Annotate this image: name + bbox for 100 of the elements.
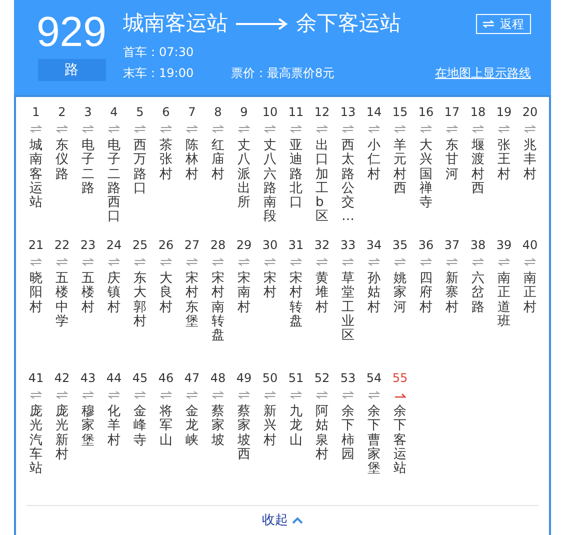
stop-number: 54 bbox=[366, 371, 382, 385]
stop-name[interactable]: 出口加工b区 bbox=[316, 139, 328, 225]
stop-name[interactable]: 小仁村 bbox=[368, 139, 380, 182]
two-way-arrow-icon bbox=[446, 125, 458, 133]
stop-name[interactable]: 孙姑村 bbox=[368, 272, 380, 315]
stop-number: 45 bbox=[132, 371, 148, 385]
stop-name[interactable]: 蔡家坡西 bbox=[238, 405, 250, 462]
stop-number: 27 bbox=[184, 238, 200, 252]
stop-name[interactable]: 草堂工业区 bbox=[342, 272, 354, 344]
stop-name[interactable]: 亚迪路北口 bbox=[290, 139, 302, 210]
stop-name[interactable]: 宋村转盘 bbox=[290, 272, 302, 330]
stop-name[interactable]: 堰渡村西 bbox=[472, 139, 484, 196]
stop-name[interactable]: 东仪路 bbox=[56, 139, 68, 182]
stop-name[interactable]: 宋村南转盘 bbox=[212, 272, 224, 344]
stop-name[interactable]: 庞光新村 bbox=[56, 405, 68, 462]
stop-name[interactable]: 余下柿园 bbox=[342, 405, 354, 462]
stop-name[interactable]: 宋南村 bbox=[238, 272, 250, 315]
two-way-arrow-icon bbox=[56, 125, 68, 133]
two-way-arrow-icon bbox=[524, 125, 536, 133]
stop-name[interactable]: 晓阳村 bbox=[30, 272, 42, 315]
two-way-arrow-icon bbox=[316, 125, 328, 133]
two-way-arrow-icon bbox=[108, 391, 120, 399]
stop-number: 36 bbox=[418, 238, 434, 252]
stop-name[interactable]: 西万路口 bbox=[134, 139, 146, 196]
two-way-arrow-icon bbox=[134, 258, 146, 266]
stop-number: 44 bbox=[106, 371, 122, 385]
stop-name[interactable]: 城南客运站 bbox=[30, 139, 42, 210]
stop-name[interactable]: 西太路公交… bbox=[342, 139, 354, 225]
two-way-arrow-icon bbox=[160, 258, 172, 266]
stop-name[interactable]: 宋村东堡 bbox=[186, 272, 198, 330]
two-way-arrow-icon bbox=[82, 391, 94, 399]
two-way-arrow-icon bbox=[394, 125, 406, 133]
stop-name[interactable]: 五楼村 bbox=[82, 272, 94, 315]
stop-name[interactable]: 兆丰村 bbox=[524, 139, 536, 182]
stop-name[interactable]: 丈八六路南段 bbox=[264, 139, 276, 225]
stop-number: 38 bbox=[470, 238, 486, 252]
stop-number: 19 bbox=[496, 105, 512, 119]
two-way-arrow-icon bbox=[186, 125, 198, 133]
two-way-arrow-icon bbox=[30, 391, 42, 399]
stop-number: 50 bbox=[262, 371, 278, 385]
stop-number: 28 bbox=[210, 238, 226, 252]
stop-number: 1 bbox=[32, 105, 40, 119]
stop-name[interactable]: 大良村 bbox=[160, 272, 172, 315]
stop-number: 39 bbox=[496, 238, 512, 252]
stop-number: 24 bbox=[106, 238, 122, 252]
stop-name[interactable]: 九龙山 bbox=[290, 405, 302, 448]
collapse-link[interactable]: 收起 bbox=[262, 510, 303, 530]
stop-name[interactable]: 红庙村 bbox=[212, 139, 224, 182]
stop-name[interactable]: 金龙峡 bbox=[186, 405, 198, 448]
stop-name[interactable]: 电子二路西口 bbox=[108, 139, 120, 225]
stop-name[interactable]: 张王村 bbox=[498, 139, 510, 182]
stop-name[interactable]: 东甘河 bbox=[446, 139, 458, 182]
two-way-arrow-icon bbox=[160, 125, 172, 133]
stop-number: 37 bbox=[444, 238, 460, 252]
stop-number: 11 bbox=[288, 105, 304, 119]
stop-name[interactable]: 宋村 bbox=[264, 272, 276, 301]
two-way-arrow-icon bbox=[290, 125, 302, 133]
two-way-arrow-icon bbox=[212, 125, 224, 133]
two-way-arrow-icon bbox=[108, 258, 120, 266]
stop-number: 26 bbox=[158, 238, 174, 252]
stop-name[interactable]: 新兴村 bbox=[264, 405, 276, 448]
stop-name[interactable]: 东大郭村 bbox=[134, 272, 146, 330]
chevron-up-icon bbox=[292, 517, 303, 524]
stop-number: 10 bbox=[262, 105, 278, 119]
stop-name[interactable]: 余下曹家堡 bbox=[368, 405, 380, 476]
last-bus-time: 末车：19:00 bbox=[123, 65, 195, 81]
stop-name[interactable]: 丈八派出所 bbox=[238, 139, 250, 210]
stop-number: 30 bbox=[262, 238, 278, 252]
stop-number: 35 bbox=[392, 238, 408, 252]
two-way-arrow-icon bbox=[290, 391, 302, 399]
stop-name[interactable]: 蔡家坡 bbox=[212, 405, 224, 448]
stop-name[interactable]: 南正道班 bbox=[498, 272, 510, 330]
two-way-arrow-icon bbox=[524, 258, 536, 266]
stop-name[interactable]: 化羊村 bbox=[108, 405, 120, 448]
stop-name[interactable]: 六岔路 bbox=[472, 272, 484, 315]
two-way-arrow-icon bbox=[212, 258, 224, 266]
stop-name[interactable]: 五楼中学 bbox=[56, 272, 68, 330]
two-way-arrow-icon bbox=[368, 391, 380, 399]
stop-number: 47 bbox=[184, 371, 200, 385]
stop-name[interactable]: 穆家堡 bbox=[82, 405, 94, 448]
stop-name[interactable]: 姚家河 bbox=[394, 272, 406, 315]
stop-name[interactable]: 电子二路 bbox=[82, 139, 94, 196]
stop-number: 49 bbox=[236, 371, 252, 385]
stop-name[interactable]: 四府村 bbox=[420, 272, 432, 315]
stop-name[interactable]: 陈林村 bbox=[186, 139, 198, 182]
stop-name[interactable]: 将军山 bbox=[160, 405, 172, 448]
stop-name[interactable]: 余下客运站 bbox=[394, 405, 406, 476]
stop-name[interactable]: 大兴国禅寺 bbox=[420, 139, 432, 210]
stop-name[interactable]: 黄堆村 bbox=[316, 272, 328, 315]
two-way-arrow-icon bbox=[498, 125, 510, 133]
stop-name[interactable]: 庞光汽车站 bbox=[30, 405, 42, 476]
stop-name[interactable]: 金峰寺 bbox=[134, 405, 146, 448]
stop-name[interactable]: 阿姑泉村 bbox=[316, 405, 328, 462]
two-way-arrow-icon bbox=[264, 391, 276, 399]
stop-name[interactable]: 庆镇村 bbox=[108, 272, 120, 315]
stop-name[interactable]: 南正村 bbox=[524, 272, 536, 315]
stop-name[interactable]: 茶张村 bbox=[160, 139, 172, 182]
stop-name[interactable]: 羊元村西 bbox=[394, 139, 406, 196]
two-way-arrow-icon bbox=[238, 258, 250, 266]
stop-name[interactable]: 新寨村 bbox=[446, 272, 458, 315]
